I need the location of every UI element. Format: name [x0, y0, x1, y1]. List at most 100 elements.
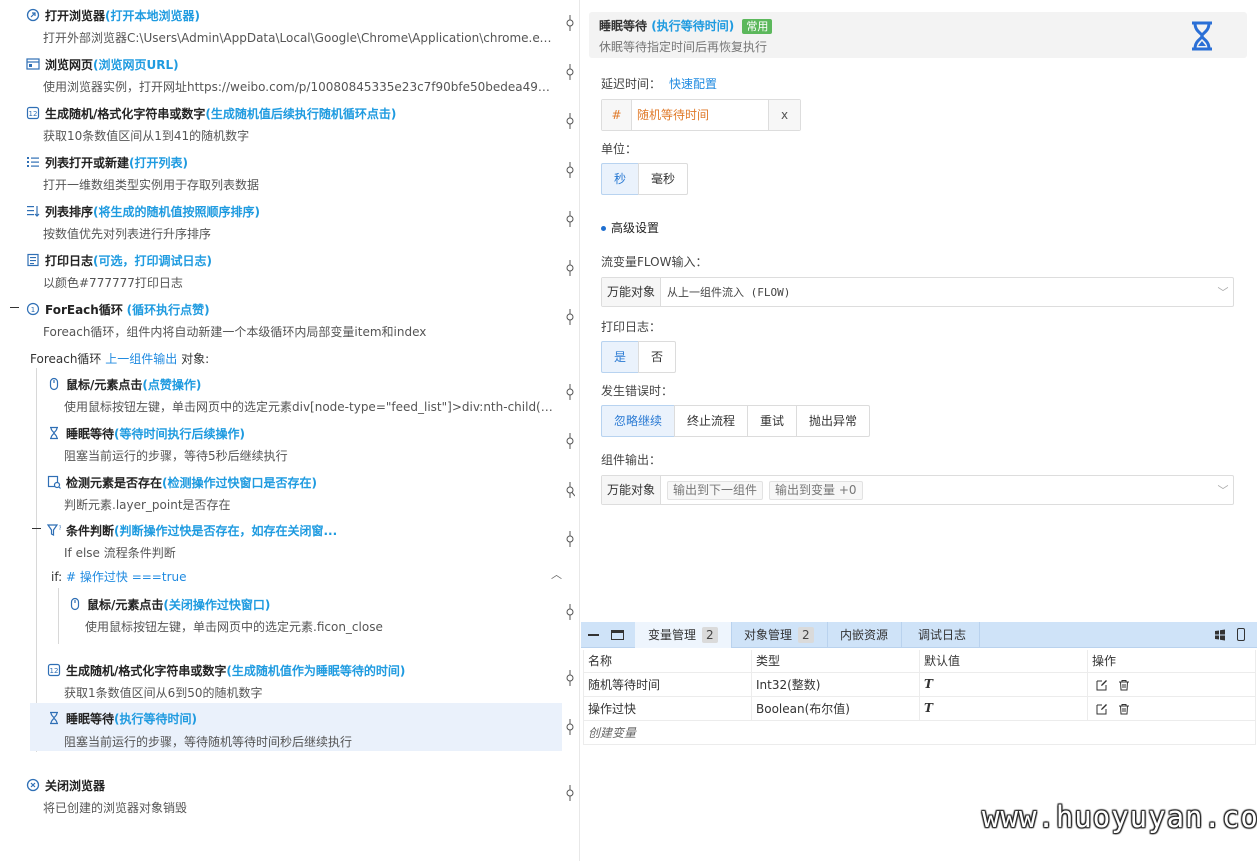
- connector-icon[interactable]: [565, 719, 575, 735]
- output-variable-tag[interactable]: 输出到变量 +0: [769, 480, 863, 500]
- component-desc: 休眠等待指定时间后再恢复执行: [599, 40, 768, 54]
- variables-table: 名称 类型 默认值 操作 随机等待时间 Int32(整数) T 操作过快 Boo…: [583, 650, 1256, 745]
- quick-config-link[interactable]: 快速配置: [669, 77, 717, 91]
- step-title: 鼠标/元素点击: [87, 597, 164, 612]
- edit-icon[interactable]: [1096, 703, 1108, 715]
- tab-objects[interactable]: 对象管理 2: [731, 622, 828, 648]
- connector-icon[interactable]: [565, 15, 575, 31]
- variable-hash-icon: #: [602, 100, 632, 130]
- connector-icon[interactable]: [565, 64, 575, 80]
- step-check-element[interactable]: 检测元素是否存在 (检测操作过快窗口是否存在) 判断元素.layer_point是…: [47, 468, 557, 514]
- chevron-up-icon[interactable]: ︿: [551, 566, 562, 582]
- connector-icon[interactable]: [565, 113, 575, 129]
- hourglass-icon: [47, 711, 61, 725]
- step-param: (等待时间执行后续操作): [114, 426, 245, 441]
- var-type[interactable]: Int32(整数): [751, 671, 920, 697]
- step-sleep-random-selected[interactable]: 睡眠等待 (执行等待时间) 阻塞当前运行的步骤，等待随机等待时间秒后继续执行: [30, 703, 562, 751]
- step-desc: Foreach循环，组件内将自动新建一个本级循环内局部变量item和index: [43, 325, 427, 339]
- foreach-guide-line: [36, 368, 37, 752]
- log-yes-button[interactable]: 是: [601, 341, 640, 373]
- table-row[interactable]: 操作过快 Boolean(布尔值) T: [583, 695, 1256, 721]
- step-mouse-click-like[interactable]: 鼠标/元素点击 (点赞操作) 使用鼠标按钮左键，单击网页中的选定元素div[nod…: [47, 370, 557, 416]
- tab-debug-log[interactable]: 调试日志: [905, 622, 981, 648]
- step-desc: 判断元素.layer_point是否存在: [64, 498, 231, 512]
- create-variable-link[interactable]: 创建变量: [583, 719, 1256, 745]
- step-sleep-5s[interactable]: 睡眠等待 (等待时间执行后续操作) 阻塞当前运行的步骤，等待5秒后继续执行: [47, 419, 557, 465]
- step-random-number[interactable]: 12 生成随机/格式化字符串或数字 (生成随机值后续执行随机循环点击) 获取10条…: [26, 99, 556, 145]
- connector-icon[interactable]: [565, 531, 575, 547]
- step-title: 浏览网页: [45, 57, 94, 72]
- step-list-sort[interactable]: 列表排序 (将生成的随机值按照顺序排序) 按数值优先对列表进行升序排序: [26, 197, 556, 243]
- delay-input[interactable]: # 随机等待时间 x: [601, 99, 801, 131]
- log-no-button[interactable]: 否: [638, 341, 677, 373]
- error-ignore-button[interactable]: 忽略继续: [601, 405, 676, 437]
- flow-select[interactable]: 万能对象 从上一组件流入 (FLOW) ﹀: [601, 277, 1234, 307]
- component-title: 睡眠等待: [599, 19, 648, 33]
- delete-icon[interactable]: [1118, 679, 1130, 691]
- create-variable-row[interactable]: 创建变量: [583, 719, 1256, 745]
- advanced-settings-heading[interactable]: 高级设置: [601, 219, 659, 236]
- step-desc: 阻塞当前运行的步骤，等待随机等待时间秒后继续执行: [64, 735, 353, 749]
- connector-icon[interactable]: [565, 670, 575, 686]
- connector-branch-icon[interactable]: [565, 482, 575, 498]
- var-type[interactable]: Boolean(布尔值): [751, 695, 920, 721]
- loop-icon: 1: [26, 302, 40, 316]
- browser-open-icon: [26, 8, 40, 22]
- step-foreach[interactable]: 1 ForEach循环 (循环执行点赞) Foreach循环，组件内将自动新建一…: [26, 295, 556, 341]
- unit-ms-button[interactable]: 毫秒: [638, 163, 689, 195]
- edit-icon[interactable]: [1096, 679, 1108, 691]
- step-list-open[interactable]: 列表打开或新建 (打开列表) 打开一维数组类型实例用于存取列表数据: [26, 148, 556, 194]
- step-browse-page[interactable]: 浏览网页 (浏览网页URL) 使用浏览器实例，打开网址https://weibo.…: [26, 50, 556, 96]
- step-random-wait[interactable]: 12 生成随机/格式化字符串或数字 (生成随机值作为睡眠等待的时间) 获取1条数值…: [47, 656, 557, 702]
- delay-label: 延迟时间：: [601, 77, 662, 91]
- foreach-source-link[interactable]: 上一组件输出: [105, 352, 177, 366]
- connector-icon[interactable]: [565, 260, 575, 276]
- connector-icon[interactable]: [565, 211, 575, 227]
- if-branch[interactable]: if: # 操作过快 ===true: [51, 568, 187, 585]
- step-print-log[interactable]: 打印日志 (可选，打印调试日志) 以颜色#777777打印日志: [26, 246, 556, 292]
- windows-icon[interactable]: [1214, 629, 1226, 641]
- step-mouse-click-close[interactable]: 鼠标/元素点击 (关闭操作过快窗口) 使用鼠标按钮左键，单击网页中的选定元素.fi…: [68, 590, 558, 636]
- step-title: 检测元素是否存在: [66, 475, 163, 490]
- connector-icon[interactable]: [565, 162, 575, 178]
- mobile-icon[interactable]: [1237, 628, 1245, 641]
- column-header: 名称: [583, 650, 752, 673]
- clear-button[interactable]: x: [768, 100, 800, 130]
- collapse-foreach-icon[interactable]: [10, 307, 19, 308]
- collapse-condition-icon[interactable]: [32, 528, 41, 529]
- delay-value[interactable]: 随机等待时间: [632, 100, 768, 130]
- delete-icon[interactable]: [1118, 703, 1130, 715]
- error-stop-button[interactable]: 终止流程: [674, 405, 749, 437]
- foreach-source: Foreach循环 上一组件输出 对象:: [30, 350, 209, 367]
- output-next-tag[interactable]: 输出到下一组件: [667, 480, 764, 500]
- step-close-browser[interactable]: 关闭浏览器 将已创建的浏览器对象销毁: [26, 771, 556, 817]
- error-throw-button[interactable]: 抛出异常: [796, 405, 871, 437]
- step-param: (生成随机值后续执行随机循环点击): [205, 106, 397, 121]
- unit-seconds-button[interactable]: 秒: [601, 163, 640, 195]
- table-row[interactable]: 随机等待时间 Int32(整数) T: [583, 671, 1256, 697]
- connector-icon[interactable]: [565, 785, 575, 801]
- step-condition[interactable]: ? 条件判断(判断操作过快是否存在，如存在关闭窗... If else 流程条件…: [47, 516, 557, 562]
- var-default[interactable]: T: [919, 671, 1088, 697]
- step-open-browser[interactable]: 打开浏览器 (打开本地浏览器) 打开外部浏览器C:\Users\Admin\App…: [26, 1, 556, 47]
- minimize-icon[interactable]: [588, 634, 599, 636]
- connector-icon[interactable]: [565, 384, 575, 400]
- chevron-down-icon[interactable]: ﹀: [1213, 284, 1233, 300]
- step-desc: 将已创建的浏览器对象销毁: [43, 801, 188, 815]
- connector-icon[interactable]: [565, 309, 575, 325]
- var-name[interactable]: 随机等待时间: [583, 671, 752, 697]
- step-title: 打开浏览器: [45, 8, 106, 23]
- var-default[interactable]: T: [919, 695, 1088, 721]
- error-retry-button[interactable]: 重试: [747, 405, 798, 437]
- tab-label: 对象管理: [744, 628, 793, 642]
- var-name[interactable]: 操作过快: [583, 695, 752, 721]
- tab-variables[interactable]: 变量管理 2: [635, 622, 732, 648]
- tab-embedded-resources[interactable]: 内嵌资源: [827, 622, 903, 648]
- step-title: 生成随机/格式化字符串或数字: [45, 106, 206, 121]
- restore-icon[interactable]: [611, 630, 624, 640]
- chevron-down-icon[interactable]: ﹀: [1213, 482, 1233, 498]
- connector-icon[interactable]: [565, 604, 575, 620]
- output-select[interactable]: 万能对象 输出到下一组件 输出到变量 +0 ﹀: [601, 475, 1234, 505]
- connector-icon[interactable]: [565, 433, 575, 449]
- step-desc: 打开一维数组类型实例用于存取列表数据: [43, 178, 260, 192]
